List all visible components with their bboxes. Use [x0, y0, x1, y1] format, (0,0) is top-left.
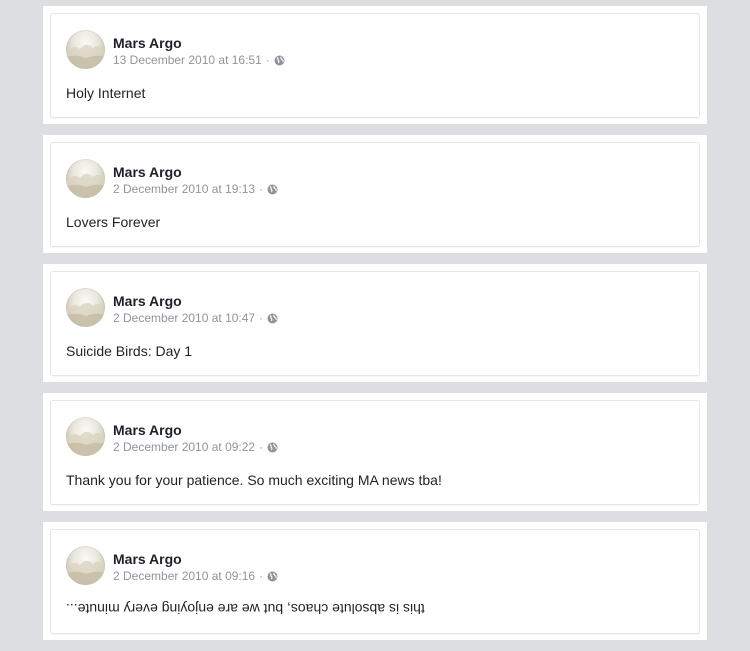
- post-timestamp[interactable]: 2 December 2010 at 09:22: [113, 440, 255, 454]
- globe-icon[interactable]: [274, 55, 285, 66]
- meta-separator: ·: [259, 311, 264, 325]
- post-card-inner: Mars Argo 2 December 2010 at 09:16 · thi…: [50, 529, 700, 634]
- upside-down-text: this is absolute chaos, but we are enjoy…: [66, 601, 425, 617]
- globe-icon[interactable]: [267, 313, 278, 324]
- post-timestamp[interactable]: 13 December 2010 at 16:51: [113, 53, 262, 67]
- post-card: Mars Argo 2 December 2010 at 09:16 · thi…: [43, 522, 707, 640]
- post-meta: 2 December 2010 at 10:47 ·: [113, 311, 278, 325]
- post-author-name[interactable]: Mars Argo: [113, 422, 182, 438]
- post-card: Mars Argo 2 December 2010 at 09:22 · Tha…: [43, 393, 707, 511]
- post-author-name[interactable]: Mars Argo: [113, 293, 182, 309]
- avatar-image: [66, 431, 105, 456]
- globe-icon[interactable]: [267, 571, 278, 582]
- post-card-inner: Mars Argo 2 December 2010 at 09:22 · Tha…: [50, 400, 700, 505]
- avatar[interactable]: [66, 288, 105, 327]
- globe-icon[interactable]: [267, 442, 278, 453]
- post-card: Mars Argo 2 December 2010 at 19:13 · Lov…: [43, 135, 707, 253]
- post-feed: Mars Argo 13 December 2010 at 16:51 · Ho…: [43, 6, 707, 651]
- post-card-inner: Mars Argo 2 December 2010 at 19:13 · Lov…: [50, 142, 700, 247]
- post-timestamp[interactable]: 2 December 2010 at 19:13: [113, 182, 255, 196]
- post-timestamp[interactable]: 2 December 2010 at 10:47: [113, 311, 255, 325]
- post-text: Holy Internet: [66, 85, 146, 101]
- post-meta: 2 December 2010 at 09:22 ·: [113, 440, 278, 454]
- meta-separator: ·: [259, 182, 264, 196]
- post-card: Mars Argo 13 December 2010 at 16:51 · Ho…: [43, 6, 707, 124]
- globe-icon[interactable]: [267, 184, 278, 195]
- avatar-image: [66, 302, 105, 327]
- avatar-image: [66, 560, 105, 585]
- avatar[interactable]: [66, 417, 105, 456]
- avatar-image: [66, 173, 105, 198]
- post-meta: 2 December 2010 at 09:16 ·: [113, 569, 278, 583]
- post-author-name[interactable]: Mars Argo: [113, 164, 182, 180]
- post-text: Thank you for your patience. So much exc…: [66, 472, 442, 488]
- post-card: Mars Argo 2 December 2010 at 10:47 · Sui…: [43, 264, 707, 382]
- post-card-inner: Mars Argo 2 December 2010 at 10:47 · Sui…: [50, 271, 700, 376]
- post-text: Lovers Forever: [66, 214, 161, 230]
- avatar[interactable]: [66, 159, 105, 198]
- meta-separator: ·: [265, 53, 270, 67]
- post-author-name[interactable]: Mars Argo: [113, 35, 182, 51]
- meta-separator: ·: [259, 569, 264, 583]
- meta-separator: ·: [259, 440, 264, 454]
- post-author-name[interactable]: Mars Argo: [113, 551, 182, 567]
- post-card-inner: Mars Argo 13 December 2010 at 16:51 · Ho…: [50, 13, 700, 118]
- post-text-flipped: this is absolute chaos, but we are enjoy…: [66, 601, 425, 617]
- post-meta: 2 December 2010 at 19:13 ·: [113, 182, 278, 196]
- avatar-image: [66, 44, 105, 69]
- avatar[interactable]: [66, 546, 105, 585]
- post-timestamp[interactable]: 2 December 2010 at 09:16: [113, 569, 255, 583]
- avatar[interactable]: [66, 30, 105, 69]
- post-meta: 13 December 2010 at 16:51 ·: [113, 53, 285, 67]
- post-text: Suicide Birds: Day 1: [66, 343, 193, 359]
